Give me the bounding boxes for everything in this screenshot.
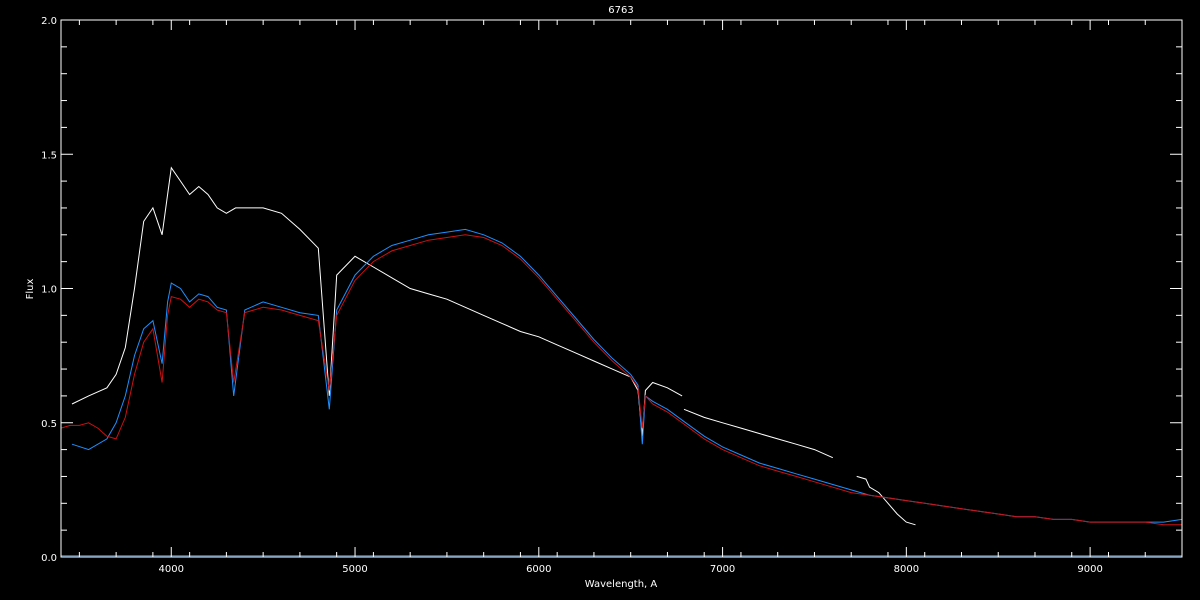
x-tick-label: 6000 [526,564,551,575]
x-tick-label: 5000 [342,564,367,575]
y-tick-label: 0.0 [41,553,57,564]
x-tick-label: 4000 [159,564,184,575]
y-tick-label: 0.5 [41,419,57,430]
chart-title: 6763 [608,5,633,16]
chart-background [0,0,1200,600]
x-tick-label: 8000 [894,564,919,575]
x-axis-label: Wavelength, A [585,579,658,590]
x-tick-label: 9000 [1077,564,1102,575]
y-tick-label: 1.5 [41,150,57,161]
spectrum-chart: 4000 5000 6000 7000 8000 90000.00.51.01.52.0 … [0,0,1200,600]
x-tick-label: 7000 [710,564,735,575]
y-tick-label: 2.0 [41,16,57,27]
y-axis-label: Flux [25,279,36,300]
y-tick-label: 1.0 [41,285,57,296]
